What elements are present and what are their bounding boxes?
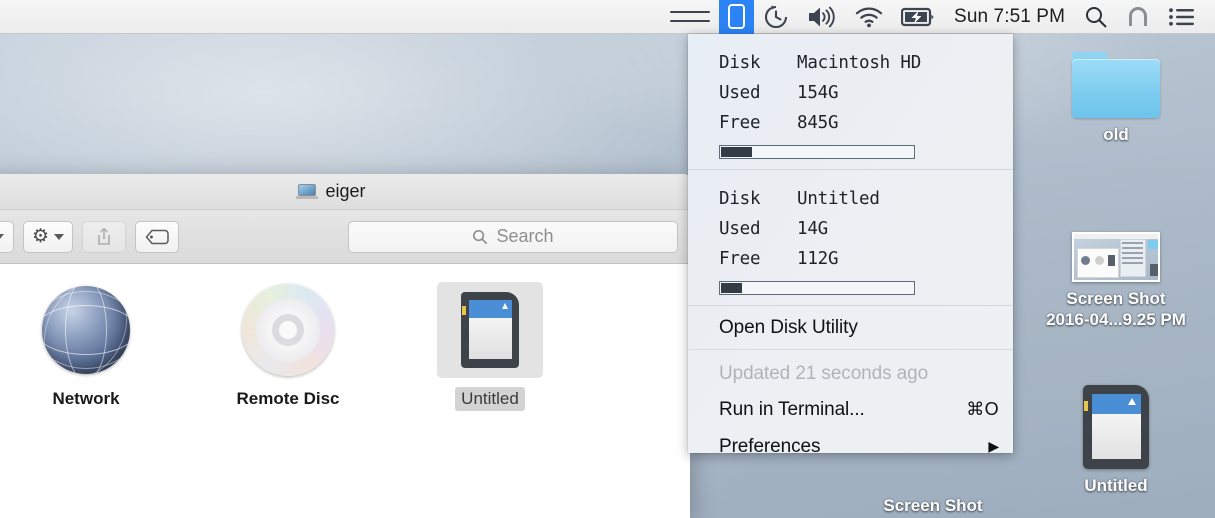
menu-item-label: Preferences — [719, 435, 821, 454]
finder-content-area[interactable]: Network Remote Disc Untitled — [0, 264, 690, 518]
bars-icon[interactable] — [661, 0, 719, 34]
menu-item-label: Open Disk Utility — [719, 316, 858, 338]
finder-item-label: Network — [52, 389, 120, 408]
free-label: Free — [719, 113, 761, 133]
menu-item-label: Run in Terminal... — [719, 398, 865, 420]
tag-icon — [145, 229, 169, 244]
sd-card-icon — [1083, 385, 1149, 469]
disk-value: Macintosh HD — [797, 53, 922, 73]
desktop-icon-label: Screen Shot — [883, 496, 983, 515]
sd-card-icon — [437, 282, 543, 378]
finder-window[interactable]: eiger ⚙ Search Network Remote Disc Untit… — [0, 174, 690, 518]
menu-item-open-disk-utility[interactable]: Open Disk Utility — [688, 306, 1013, 349]
desktop-icon-old[interactable]: old — [1032, 52, 1200, 145]
siri-icon[interactable] — [1117, 0, 1159, 34]
search-input[interactable]: Search — [348, 220, 678, 253]
desktop-icon-label-line1: Screen Shot — [1066, 289, 1166, 308]
used-value: 154G — [797, 83, 839, 103]
menu-item-run-in-terminal[interactable]: Run in Terminal... ⌘O — [688, 391, 1013, 428]
desktop-icon-label: old — [1103, 125, 1129, 144]
notification-center-icon[interactable] — [1159, 0, 1205, 34]
menu-bar[interactable]: Sun 7:51 PM — [0, 0, 1215, 34]
desktop-icon-screenshot[interactable]: Screen Shot 2016-04...9.25 PM — [1032, 232, 1200, 330]
disk-row-free: Free 112G — [688, 244, 1013, 274]
used-value: 14G — [797, 219, 829, 239]
submenu-arrow-icon: ▶ — [988, 438, 999, 453]
desktop-icon-label-line2: 2016-04...9.25 PM — [1046, 310, 1186, 329]
menu-status-label: Updated 21 seconds ago — [719, 362, 929, 384]
free-value: 845G — [797, 113, 839, 133]
share-button[interactable] — [82, 220, 127, 253]
gear-icon: ⚙ — [32, 226, 50, 247]
disk-indicator-icon[interactable] — [719, 0, 755, 34]
wifi-icon[interactable] — [846, 0, 892, 34]
menubar-clock[interactable]: Sun 7:51 PM — [944, 6, 1075, 28]
finder-titlebar[interactable]: eiger — [0, 174, 690, 210]
disk-usage-bar — [719, 281, 915, 295]
free-value: 112G — [797, 249, 839, 269]
menu-item-preferences[interactable]: Preferences ▶ — [688, 428, 1013, 454]
finder-title-text: eiger — [325, 181, 366, 201]
finder-item-label: Remote Disc — [236, 389, 340, 408]
search-icon — [473, 229, 488, 244]
view-options-chevron-button[interactable] — [0, 220, 14, 253]
disk-status-menu[interactable]: Disk Macintosh HD Used 154G Free 845G Di… — [688, 34, 1013, 453]
chevron-down-icon — [54, 233, 65, 240]
chevron-down-icon — [0, 233, 4, 240]
optical-disc-icon — [222, 282, 354, 378]
finder-item-label: Untitled — [455, 387, 525, 411]
menu-item-updated-status: Updated 21 seconds ago — [688, 356, 1013, 391]
finder-toolbar[interactable]: ⚙ Search — [0, 210, 690, 264]
laptop-icon — [296, 183, 319, 200]
disk-section-macintosh-hd: Disk Macintosh HD Used 154G Free 845G — [688, 34, 1013, 169]
disk-row-name: Disk Macintosh HD — [688, 48, 1013, 78]
free-label: Free — [719, 249, 761, 269]
network-globe-icon — [20, 282, 152, 378]
time-machine-icon[interactable] — [754, 0, 798, 34]
battery-charging-icon[interactable] — [892, 0, 944, 34]
screenshot-thumbnail-icon — [1072, 232, 1160, 282]
disk-row-used: Used 154G — [688, 78, 1013, 108]
desktop-icon-label: Untitled — [1084, 476, 1148, 495]
used-label: Used — [719, 219, 761, 239]
share-icon — [98, 227, 110, 245]
spotlight-search-icon[interactable] — [1075, 0, 1117, 34]
folder-icon — [1072, 52, 1160, 118]
desktop-icon-screenshot-partial[interactable]: Screen Shot — [849, 489, 1017, 516]
disk-row-used: Used 14G — [688, 214, 1013, 244]
disk-section-untitled: Disk Untitled Used 14G Free 112G — [688, 170, 1013, 305]
disk-label: Disk — [719, 189, 761, 209]
menu-separator — [688, 349, 1013, 350]
tags-button[interactable] — [135, 220, 180, 253]
disk-row-name: Disk Untitled — [688, 184, 1013, 214]
disk-row-free: Free 845G — [688, 108, 1013, 138]
finder-item-remote-disc[interactable]: Remote Disc — [222, 282, 354, 411]
menu-item-shortcut: ⌘O — [966, 399, 999, 419]
desktop-icon-untitled-sd[interactable]: Untitled — [1032, 385, 1200, 496]
disk-label: Disk — [719, 53, 761, 73]
disk-value: Untitled — [797, 189, 880, 209]
finder-item-network[interactable]: Network — [20, 282, 152, 411]
finder-item-untitled[interactable]: Untitled — [424, 282, 556, 411]
volume-icon[interactable] — [798, 0, 846, 34]
disk-usage-bar — [719, 145, 915, 159]
action-gear-button[interactable]: ⚙ — [23, 220, 74, 253]
search-placeholder-text: Search — [496, 226, 554, 246]
used-label: Used — [719, 83, 761, 103]
